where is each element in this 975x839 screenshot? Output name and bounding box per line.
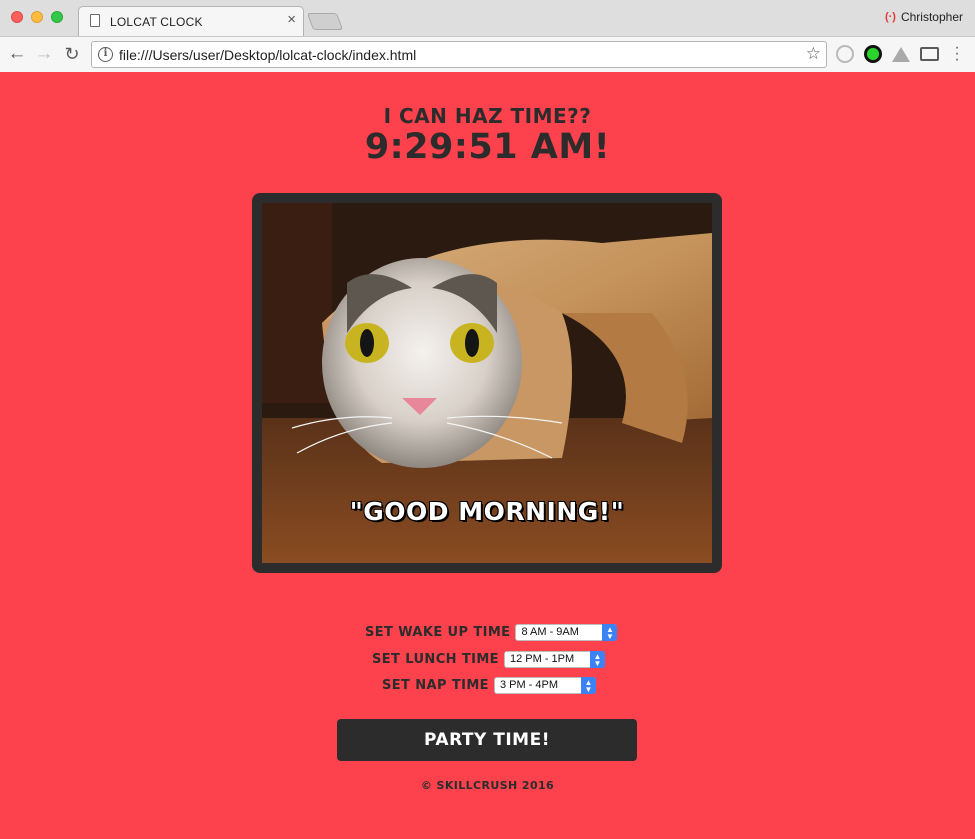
menu-icon[interactable]: · · · — [952, 40, 962, 68]
tab-strip: LOLCAT CLOCK × (·) Christopher — [0, 0, 975, 36]
lolcat-clock-page: I CAN HAZ TIME?? 9:29:51 AM! "GOOD MORNI… — [0, 72, 975, 839]
nap-time-value: 3 PM - 4PM — [499, 678, 559, 691]
cast-icon[interactable] — [920, 47, 939, 61]
new-tab-button[interactable] — [306, 13, 344, 30]
profile-button[interactable]: (·) Christopher — [885, 10, 963, 24]
lolcat-image: "GOOD MORNING!" — [262, 203, 712, 563]
wake-time-select[interactable]: 8 AM - 9AM ▲ ▼ — [515, 623, 618, 641]
chevron-up-down-icon: ▲ ▼ — [580, 676, 596, 694]
browser-toolbar: ← → ↻ i file:///Users/user/Desktop/lolca… — [0, 36, 975, 72]
back-arrow-icon[interactable]: ← — [6, 43, 28, 65]
nap-time-label: SET NAP TIME — [382, 677, 489, 693]
tab-title: LOLCAT CLOCK — [110, 15, 203, 29]
document-icon — [90, 14, 100, 27]
clock-display: 9:29:51 AM! — [364, 127, 611, 167]
reload-icon[interactable]: ↻ — [61, 43, 83, 65]
image-caption: "GOOD MORNING!" — [349, 497, 625, 526]
zoom-window-button[interactable] — [51, 11, 63, 23]
profile-name: Christopher — [900, 10, 963, 24]
wake-time-row: SET WAKE UP TIME 8 AM - 9AM ▲ ▼ — [365, 623, 618, 641]
lunch-time-value: 12 PM - 1PM — [509, 652, 575, 665]
star-icon[interactable]: ☆ — [806, 44, 821, 64]
close-window-button[interactable] — [11, 11, 23, 23]
forward-arrow-icon[interactable]: → — [33, 43, 55, 65]
browser-chrome: LOLCAT CLOCK × (·) Christopher ← → ↻ i f… — [0, 0, 975, 72]
wake-time-value: 8 AM - 9AM — [521, 625, 579, 638]
lunch-time-label: SET LUNCH TIME — [372, 651, 499, 667]
extension-status-icon[interactable] — [864, 45, 882, 63]
address-bar[interactable]: i file:///Users/user/Desktop/lolcat-cloc… — [91, 41, 827, 68]
info-icon[interactable]: i — [98, 47, 113, 62]
lunch-time-row: SET LUNCH TIME 12 PM - 1PM ▲ ▼ — [372, 650, 605, 668]
lolcat-image-frame: "GOOD MORNING!" — [252, 193, 722, 573]
tab-close-icon[interactable]: × — [287, 12, 296, 28]
nap-time-select[interactable]: 3 PM - 4PM ▲ ▼ — [493, 676, 596, 694]
url-text[interactable]: file:///Users/user/Desktop/lolcat-clock/… — [119, 47, 416, 63]
profile-icon: (·) — [884, 11, 896, 23]
minimize-window-button[interactable] — [31, 11, 43, 23]
chevron-up-down-icon: ▲ ▼ — [589, 650, 605, 668]
drive-icon[interactable] — [892, 47, 910, 62]
lunch-time-select[interactable]: 12 PM - 1PM ▲ ▼ — [503, 650, 605, 668]
extension-icon[interactable] — [836, 45, 854, 63]
party-time-button[interactable]: PARTY TIME! — [337, 719, 637, 761]
nap-time-row: SET NAP TIME 3 PM - 4PM ▲ ▼ — [382, 676, 596, 694]
page-heading: I CAN HAZ TIME?? — [383, 104, 592, 128]
wake-time-label: SET WAKE UP TIME — [365, 624, 511, 640]
browser-tab[interactable]: LOLCAT CLOCK × — [78, 6, 304, 36]
footer-copyright: © SKILLCRUSH 2016 — [420, 779, 555, 792]
chevron-up-down-icon: ▲ ▼ — [602, 623, 618, 641]
